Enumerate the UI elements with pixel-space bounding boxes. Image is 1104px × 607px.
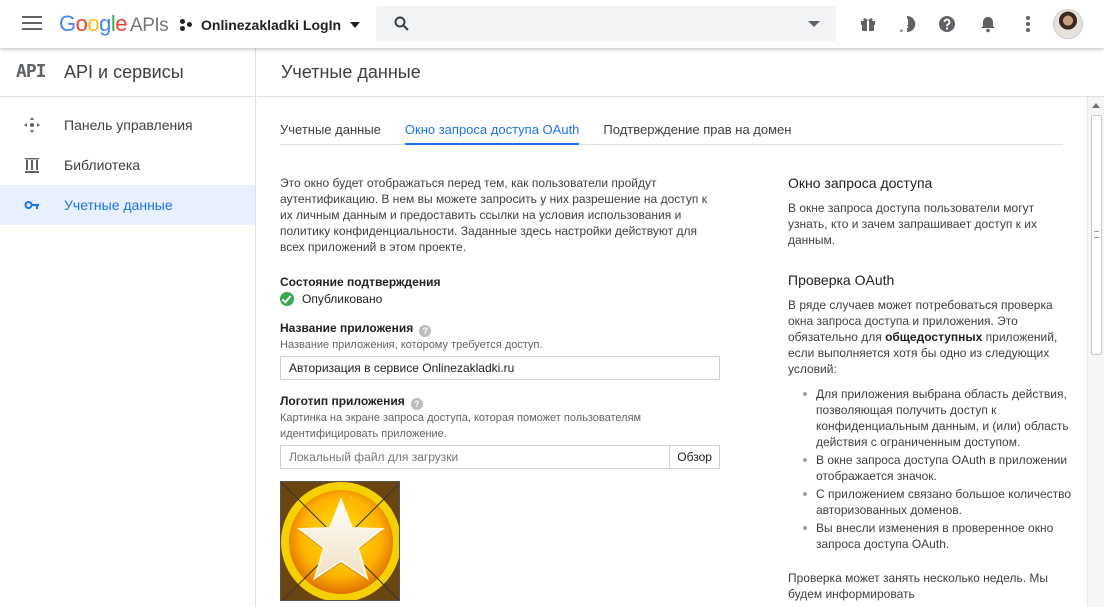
help-text-oauth: В ряде случаев может потребоваться прове… <box>788 298 1058 376</box>
main-area: Учетные данные Учетные данные Окно запро… <box>257 48 1104 607</box>
status-label: Состояние подтверждения <box>280 275 441 289</box>
help-text-consent: В окне запроса доступа пользователи могу… <box>788 201 1037 247</box>
content-area: Учетные данные Окно запроса доступа OAut… <box>257 97 1087 607</box>
project-name: Onlinezakladki LogIn <box>201 17 342 33</box>
logo-file-input[interactable] <box>280 445 670 469</box>
help-text-duration: Проверка может занять несколько недель. … <box>788 571 1048 601</box>
help-heading-consent: Окно запроса доступа <box>788 175 933 191</box>
intro-text: Это окно будет отображаться перед тем, к… <box>280 176 707 254</box>
help-panel: Окно запроса доступа В окне запроса дост… <box>788 175 1076 602</box>
app-logo-image <box>280 481 400 601</box>
help-icon[interactable] <box>937 14 957 34</box>
gift-icon[interactable] <box>858 14 878 34</box>
help-conditions-list: Для приложения выбрана область действия,… <box>803 386 1076 552</box>
tab-oauth-consent[interactable]: Окно запроса доступа OAuth <box>404 113 580 145</box>
search-icon <box>394 16 409 31</box>
sidebar: API API и сервисы Панель управления Библ… <box>0 48 256 607</box>
help-heading-oauth: Проверка OAuth <box>788 272 895 288</box>
app-name-input[interactable] <box>280 356 720 380</box>
project-icon <box>180 18 194 32</box>
more-vert-icon[interactable] <box>1018 14 1038 34</box>
tab-domain-verification[interactable]: Подтверждение прав на домен <box>603 113 791 145</box>
list-item: Для приложения выбрана область действия,… <box>803 386 1076 450</box>
scrollbar-thumb[interactable] <box>1091 115 1102 355</box>
logo-hint: Картинка на экране запроса доступа, кото… <box>280 412 642 440</box>
google-apis-logo[interactable]: Google APIs <box>59 11 169 37</box>
browse-button[interactable]: Обзор <box>669 445 720 469</box>
scroll-up-icon[interactable] <box>1092 103 1100 108</box>
logo-section: Логотип приложения? Картинка на экране з… <box>280 394 720 601</box>
top-bar: Google APIs Onlinezakladki LogIn <box>0 0 1104 48</box>
scrollbar[interactable] <box>1087 97 1104 607</box>
sidebar-item-label: Учетные данные <box>64 197 173 213</box>
page-header: Учетные данные <box>257 48 1104 97</box>
tab-credentials[interactable]: Учетные данные <box>280 113 381 145</box>
notifications-icon[interactable] <box>978 14 998 34</box>
tabs: Учетные данные Окно запроса доступа OAut… <box>280 113 1063 145</box>
search-input[interactable] <box>376 6 836 41</box>
list-item: В окне запроса доступа OAuth в приложени… <box>803 452 1076 484</box>
logo-apis: APIs <box>130 15 169 36</box>
sidebar-item-credentials[interactable]: Учетные данные <box>0 185 255 225</box>
sidebar-header: API API и сервисы <box>0 48 255 97</box>
consent-form: Это окно будет отображаться перед тем, к… <box>280 175 720 601</box>
feedback-icon[interactable] <box>897 14 917 34</box>
list-item: С приложением связано большое количество… <box>803 486 1076 518</box>
project-selector[interactable]: Onlinezakladki LogIn <box>180 14 361 36</box>
help-icon[interactable]: ? <box>419 325 432 337</box>
status-section: Состояние подтверждения Опубликовано <box>280 275 720 306</box>
avatar[interactable] <box>1053 9 1083 39</box>
app-name-label: Название приложения? <box>280 321 720 337</box>
menu-icon[interactable] <box>22 16 42 32</box>
library-icon <box>25 158 39 173</box>
logo-google: Google <box>59 11 128 36</box>
search-dropdown-icon[interactable] <box>808 21 820 27</box>
dashboard-icon <box>24 117 40 133</box>
sidebar-item-dashboard[interactable]: Панель управления <box>0 105 255 145</box>
page-title: Учетные данные <box>281 62 421 82</box>
sidebar-title: API и сервисы <box>64 62 184 82</box>
status-value: Опубликовано <box>302 292 383 306</box>
sidebar-item-label: Панель управления <box>64 117 193 133</box>
chevron-down-icon <box>350 22 361 28</box>
check-circle-icon <box>280 292 294 306</box>
help-icon[interactable]: ? <box>410 398 423 410</box>
key-icon <box>24 201 39 209</box>
api-badge: API <box>16 61 46 82</box>
star-logo-icon <box>281 482 399 600</box>
sidebar-item-label: Библиотека <box>64 157 141 173</box>
sidebar-item-library[interactable]: Библиотека <box>0 145 255 185</box>
app-name-section: Название приложения? Название приложения… <box>280 321 720 380</box>
list-item: Вы внесли изменения в проверенное окно з… <box>803 520 1076 552</box>
logo-label: Логотип приложения? <box>280 394 720 410</box>
app-name-hint: Название приложения, которому требуется … <box>280 339 543 351</box>
